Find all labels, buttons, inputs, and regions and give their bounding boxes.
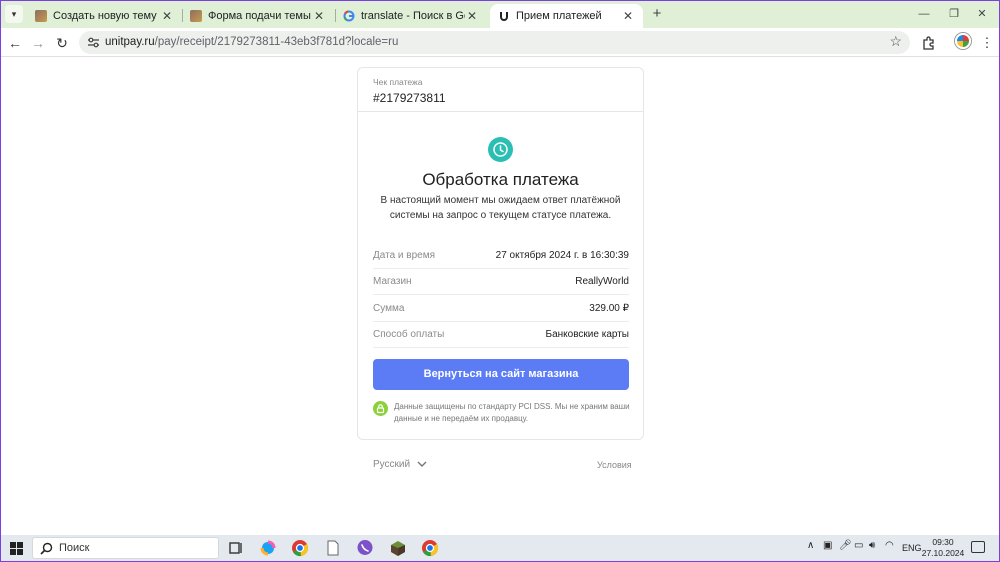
new-tab-icon[interactable]: + [649,5,665,23]
menu-icon[interactable]: ⋮ [977,33,997,53]
language-label: Русский [373,459,411,470]
url-text: unitpay.ru/pay/receipt/2179273811-43eb3f… [105,36,398,48]
reload-icon[interactable]: ↻ [52,33,72,53]
network-icon[interactable]: ◠ [885,540,894,551]
security-text: Данные защищены по стандарту PCI DSS. Мы… [394,402,630,423]
profile-avatar[interactable] [955,33,971,49]
tab-strip: ▾ Создать новую тему - ReallyW ✕ Форма п… [1,1,999,28]
chevron-down-icon [417,461,427,467]
detail-value: ReallyWorld [575,276,629,287]
file-icon[interactable] [324,539,342,557]
tab-search-button[interactable]: ▾ [5,5,23,23]
detail-row-amount: Сумма 329.00 ₽ [373,296,629,322]
payment-page: Чек платежа #2179273811 Обработка платеж… [1,57,999,535]
search-placeholder: Поиск [59,542,90,554]
tab-title: Прием платежей [516,10,602,22]
site-favicon-icon [190,10,202,22]
copilot-icon[interactable] [259,539,277,557]
tab-title: translate - Поиск в Google [361,10,465,22]
browser-window: ▾ Создать новую тему - ReallyW ✕ Форма п… [1,1,999,561]
volume-icon[interactable]: 🔊︎ [869,540,875,551]
task-view-icon[interactable] [227,539,245,557]
detail-key: Дата и время [373,250,436,261]
star-icon[interactable]: ☆ [889,33,902,50]
terms-link[interactable]: Условия [597,460,632,470]
tray-app-icon[interactable]: ▣ [823,540,832,551]
back-icon[interactable]: ← [5,33,25,53]
site-info-icon[interactable] [87,36,100,49]
close-tab-icon[interactable]: ✕ [160,9,174,23]
tab-title: Создать новую тему - ReallyW [53,10,160,22]
clock-icon [488,137,513,162]
site-favicon-icon [35,10,47,22]
tray-overflow-icon[interactable]: ∧ [807,540,814,551]
detail-key: Способ оплаты [373,329,445,340]
close-tab-icon[interactable]: ✕ [312,9,326,23]
unitpay-icon [498,10,510,22]
lock-icon [373,401,388,416]
return-to-shop-button[interactable]: Вернуться на сайт магазина [373,359,629,390]
close-tab-icon[interactable]: ✕ [621,9,635,23]
tab-google-translate[interactable]: translate - Поиск в Google ✕ [335,4,487,28]
google-icon [343,10,355,22]
receipt-card: Чек платежа #2179273811 Обработка платеж… [357,67,644,440]
detail-key: Сумма [373,303,405,314]
system-clock[interactable]: 09:30 27.10.2024 [921,537,965,559]
detail-value: Банковские карты [545,329,629,340]
search-icon [40,542,53,555]
language-selector[interactable]: Русский [373,459,427,470]
battery-icon[interactable]: ▭ [854,540,863,551]
address-bar[interactable]: unitpay.ru/pay/receipt/2179273811-43eb3f… [79,31,910,54]
browser-toolbar: ← → ↻ unitpay.ru/pay/receipt/2179273811-… [1,28,999,57]
extensions-icon[interactable] [919,33,939,53]
status-description: В настоящий момент мы ожидаем ответ плат… [380,195,621,221]
detail-row-payment-method: Способ оплаты Банковские карты [373,322,629,348]
close-window-icon[interactable]: ✕ [967,5,997,23]
status-title: Обработка платежа [422,170,579,189]
clock-time: 09:30 [932,537,954,547]
forward-icon[interactable]: → [28,33,48,53]
detail-row-datetime: Дата и время 27 октября 2024 г. в 16:30:… [373,243,629,269]
windows-taskbar: Поиск ∧ ▣ 🎤︎ ▭ 🔊︎ ◠ ENG 09:30 27.10.2024 [1,535,999,561]
detail-value: 329.00 ₽ [589,303,629,314]
taskbar-search-input[interactable]: Поиск [32,537,219,559]
tab-reallyworld-topic[interactable]: Создать новую тему - ReallyW ✕ [27,4,182,28]
url-host: unitpay.ru [105,36,155,48]
url-path: /pay/receipt/2179273811-43eb3f781d?local… [154,36,399,48]
input-language[interactable]: ENG [902,543,922,553]
receipt-label: Чек платежа [373,77,423,87]
minecraft-icon[interactable] [389,539,407,557]
detail-row-shop: Магазин ReallyWorld [373,269,629,295]
tab-title: Форма подачи темы о найден [208,10,312,22]
detail-value: 27 октября 2024 г. в 16:30:39 [495,250,629,261]
close-tab-icon[interactable]: ✕ [465,9,479,23]
restore-icon[interactable]: ❐ [939,5,969,23]
clock-date: 27.10.2024 [921,548,965,558]
tab-topic-form[interactable]: Форма подачи темы о найден ✕ [182,4,334,28]
microphone-icon[interactable]: 🎤︎ [839,540,852,551]
tab-payment-active[interactable]: Прием платежей ✕ [490,4,643,28]
chrome-profile-icon[interactable] [421,539,439,557]
notifications-icon[interactable] [971,541,985,553]
viber-icon[interactable] [356,539,374,557]
detail-key: Магазин [373,276,412,287]
receipt-number: #2179273811 [373,91,446,105]
windows-start-icon[interactable] [10,542,23,555]
chrome-icon[interactable] [291,539,309,557]
minimize-icon[interactable]: — [909,5,939,23]
receipt-header: Чек платежа #2179273811 [358,68,643,112]
